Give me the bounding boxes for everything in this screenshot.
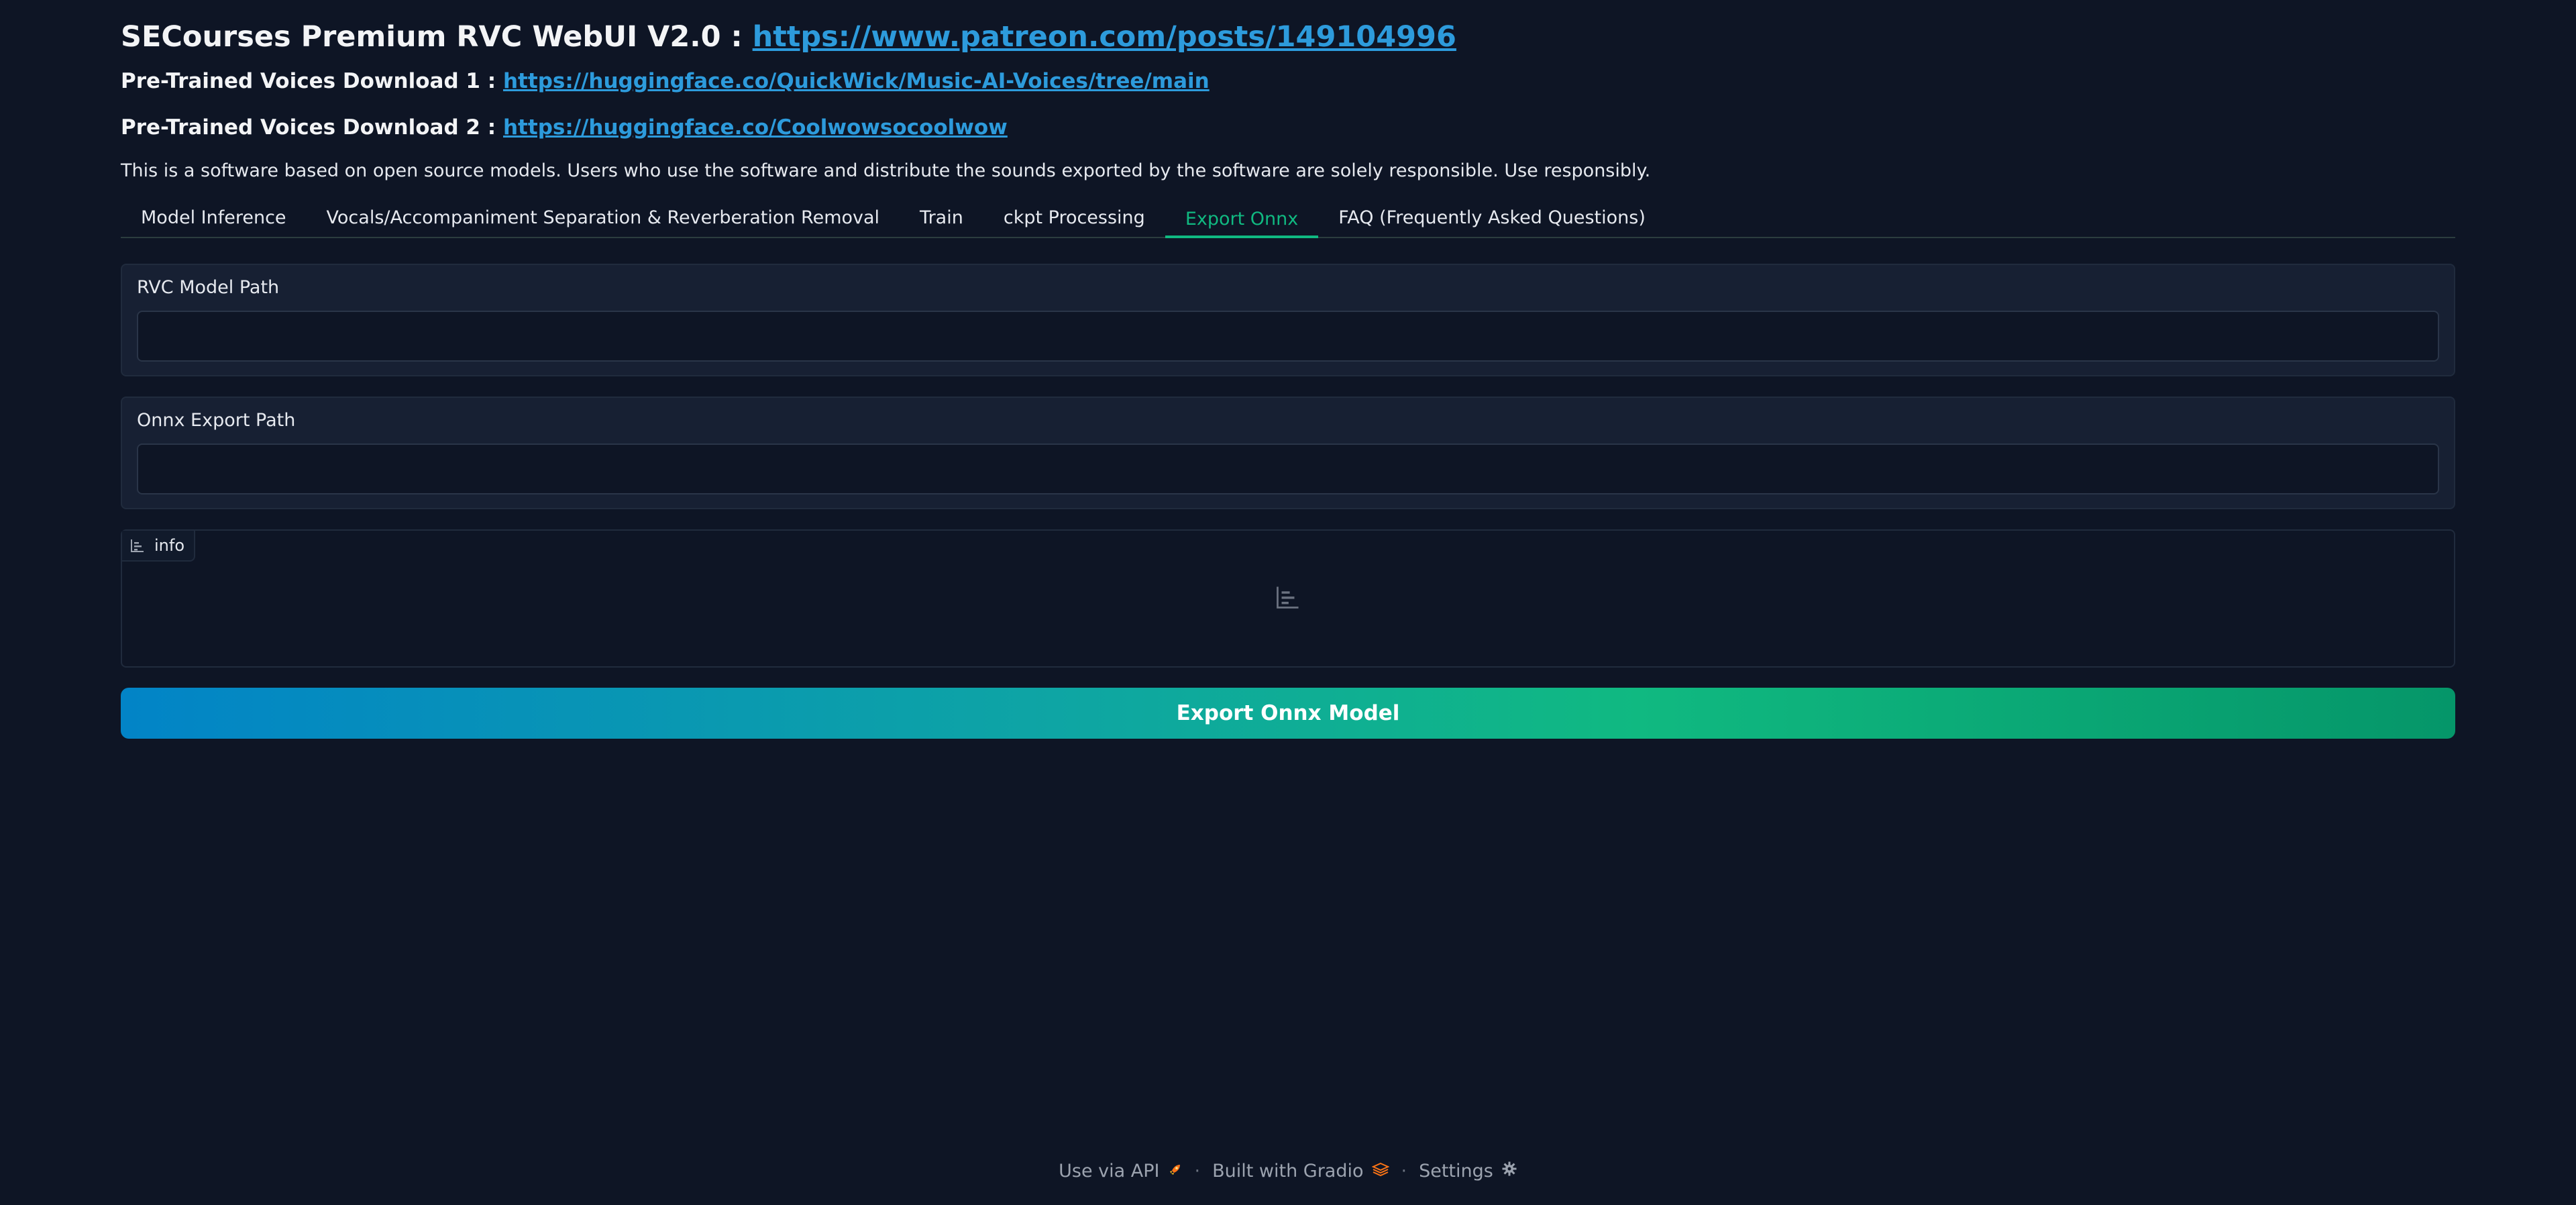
download-line-2: Pre-Trained Voices Download 2 : https://… [121,111,2455,144]
disclaimer-text: This is a software based on open source … [121,160,1651,181]
patreon-link[interactable]: https://www.patreon.com/posts/149104996 [753,20,1456,54]
onnx-export-path-panel: Onnx Export Path [121,397,2455,509]
gear-icon [1501,1161,1517,1182]
download-1-label: Pre-Trained Voices Download 1 : [121,69,503,93]
use-via-api-link[interactable]: Use via API [1059,1161,1182,1182]
tab-vocals-separation[interactable]: Vocals/Accompaniment Separation & Reverb… [307,205,900,237]
tab-bar: Model Inference Vocals/Accompaniment Sep… [121,205,2455,238]
gradio-app: SECourses Premium RVC WebUI V2.0 : https… [0,0,2576,1205]
footer-separator-1: · [1194,1160,1201,1182]
rocket-icon [1168,1161,1183,1182]
tab-model-inference[interactable]: Model Inference [121,205,307,237]
download-2-label: Pre-Trained Voices Download 2 : [121,115,503,140]
rvc-model-path-label: RVC Model Path [137,277,280,298]
built-with-gradio-link[interactable]: Built with Gradio [1212,1161,1389,1182]
onnx-export-path-label: Onnx Export Path [137,410,296,431]
download-line-1: Pre-Trained Voices Download 1 : https://… [121,64,2455,98]
rvc-model-path-panel: RVC Model Path [121,264,2455,376]
rvc-model-path-input[interactable] [137,311,2439,362]
info-label: info [154,536,185,555]
info-output-box: info [121,529,2455,668]
page-title: SECourses Premium RVC WebUI V2.0 : https… [121,13,2455,60]
bar-chart-icon [130,538,145,553]
download-2-link[interactable]: https://huggingface.co/Coolwowsocoolwow [503,115,1008,140]
tab-export-onnx[interactable]: Export Onnx [1165,206,1319,238]
tab-ckpt-processing[interactable]: ckpt Processing [983,205,1165,237]
download-1-link[interactable]: https://huggingface.co/QuickWick/Music-A… [503,69,1210,93]
onnx-export-path-input[interactable] [137,443,2439,494]
settings-link[interactable]: Settings [1419,1161,1517,1182]
gradio-logo-icon [1371,1161,1389,1182]
info-tag: info [122,531,196,562]
settings-label: Settings [1419,1160,1493,1182]
empty-output-chart-icon [1275,584,1301,613]
footer-separator-2: · [1401,1160,1407,1182]
tab-train[interactable]: Train [900,205,983,237]
main-content: SECourses Premium RVC WebUI V2.0 : https… [121,13,2455,739]
title-text: SECourses Premium RVC WebUI V2.0 : [121,20,753,54]
export-onnx-model-button[interactable]: Export Onnx Model [121,688,2455,739]
tab-faq[interactable]: FAQ (Frequently Asked Questions) [1318,205,1666,237]
footer: Use via API · Built with Gradio · Settin… [0,1157,2576,1184]
built-with-gradio-label: Built with Gradio [1212,1160,1364,1182]
use-via-api-label: Use via API [1059,1160,1160,1182]
